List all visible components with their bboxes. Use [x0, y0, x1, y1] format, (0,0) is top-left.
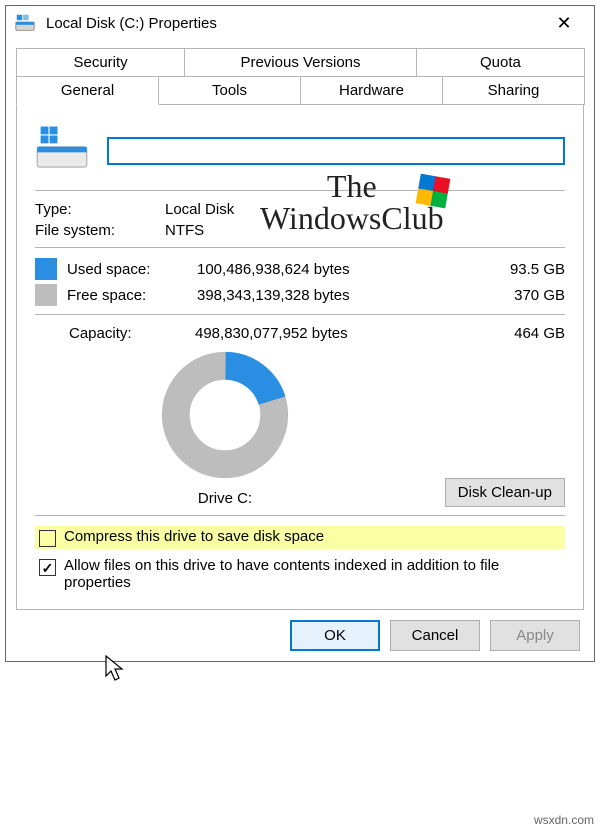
used-bytes: 100,486,938,624 bytes: [197, 261, 475, 278]
drive-large-icon: [35, 122, 89, 180]
drive-name-input[interactable]: [107, 137, 565, 165]
tab-sharing[interactable]: Sharing: [442, 77, 585, 105]
usage-donut-chart: [160, 350, 290, 480]
filesystem-label: File system:: [35, 222, 165, 239]
ok-button[interactable]: OK: [290, 620, 380, 651]
apply-button[interactable]: Apply: [490, 620, 580, 651]
tab-row-2: General Tools Hardware Sharing: [16, 77, 584, 105]
used-label: Used space:: [67, 261, 197, 278]
separator: [35, 515, 565, 516]
capacity-bytes: 498,830,077,952 bytes: [195, 325, 475, 342]
compress-checkbox[interactable]: [39, 530, 56, 547]
close-icon[interactable]: ✕: [542, 13, 586, 34]
separator: [35, 190, 565, 191]
used-gb: 93.5 GB: [475, 261, 565, 278]
used-space-row: Used space: 100,486,938,624 bytes 93.5 G…: [35, 258, 565, 280]
drive-icon: [14, 12, 36, 34]
tab-previous-versions[interactable]: Previous Versions: [184, 48, 417, 77]
index-checkbox-row[interactable]: Allow files on this drive to have conten…: [35, 555, 565, 593]
dialog-button-bar: OK Cancel Apply: [6, 610, 594, 661]
free-swatch-icon: [35, 284, 57, 306]
tab-tools[interactable]: Tools: [158, 77, 301, 105]
free-space-row: Free space: 398,343,139,328 bytes 370 GB: [35, 284, 565, 306]
capacity-label: Capacity:: [35, 325, 195, 342]
filesystem-row: File system: NTFS: [35, 222, 565, 239]
cancel-button[interactable]: Cancel: [390, 620, 480, 651]
capacity-row: Capacity: 498,830,077,952 bytes 464 GB: [35, 325, 565, 342]
separator: [35, 247, 565, 248]
tab-hardware[interactable]: Hardware: [300, 77, 443, 105]
tab-general[interactable]: General: [16, 76, 159, 105]
tab-row-1: Security Previous Versions Quota: [16, 48, 584, 77]
compress-checkbox-row[interactable]: Compress this drive to save disk space: [35, 526, 565, 549]
type-value: Local Disk: [165, 201, 234, 218]
tab-quota[interactable]: Quota: [416, 48, 585, 77]
used-swatch-icon: [35, 258, 57, 280]
free-gb: 370 GB: [475, 287, 565, 304]
free-label: Free space:: [67, 287, 197, 304]
drive-label: Drive C:: [35, 490, 415, 507]
separator: [35, 314, 565, 315]
filesystem-value: NTFS: [165, 222, 204, 239]
index-label: Allow files on this drive to have conten…: [64, 557, 561, 591]
index-checkbox[interactable]: [39, 559, 56, 576]
titlebar: Local Disk (C:) Properties ✕: [6, 6, 594, 40]
general-panel: Type: Local Disk File system: NTFS Used …: [16, 104, 584, 610]
disk-cleanup-button[interactable]: Disk Clean-up: [445, 478, 565, 507]
tab-security[interactable]: Security: [16, 48, 185, 77]
window-title: Local Disk (C:) Properties: [46, 15, 542, 32]
free-bytes: 398,343,139,328 bytes: [197, 287, 475, 304]
type-label: Type:: [35, 201, 165, 218]
capacity-gb: 464 GB: [475, 325, 565, 342]
properties-dialog: Local Disk (C:) Properties ✕ Security Pr…: [5, 5, 595, 662]
compress-label: Compress this drive to save disk space: [64, 528, 324, 545]
type-row: Type: Local Disk: [35, 201, 565, 218]
